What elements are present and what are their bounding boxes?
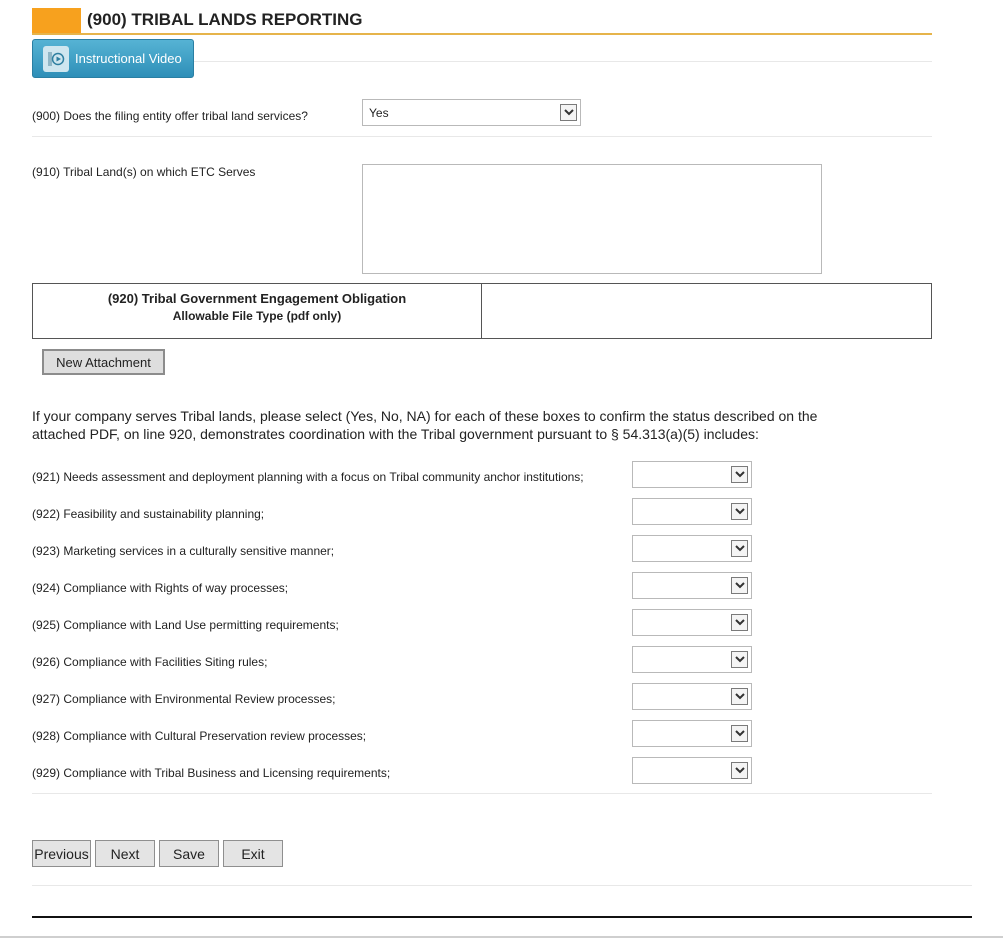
q900-label: (900) Does the filing entity offer triba… <box>32 109 308 123</box>
chevron-down-icon <box>731 577 748 594</box>
divider <box>32 136 932 137</box>
item-926-select[interactable] <box>632 646 752 673</box>
page-title: (900) TRIBAL LANDS REPORTING <box>87 10 363 29</box>
item-925-select[interactable] <box>632 609 752 636</box>
q920-attachment-table: (920) Tribal Government Engagement Oblig… <box>32 283 932 339</box>
item-928-select[interactable] <box>632 720 752 747</box>
table-divider <box>481 284 482 338</box>
chevron-down-icon <box>731 466 748 483</box>
item-924-label: (924) Compliance with Rights of way proc… <box>32 581 289 595</box>
instructions-text: If your company serves Tribal lands, ple… <box>32 408 818 442</box>
item-925-label: (925) Compliance with Land Use permittin… <box>32 618 339 632</box>
q900-select[interactable]: Yes <box>362 99 581 126</box>
previous-button[interactable]: Previous <box>32 840 91 867</box>
chevron-down-icon <box>731 762 748 779</box>
q910-textarea[interactable] <box>362 164 822 274</box>
divider <box>32 885 972 886</box>
item-927-select[interactable] <box>632 683 752 710</box>
instructional-video-label: Instructional Video <box>75 51 182 66</box>
q920-title: (920) Tribal Government Engagement Oblig… <box>107 291 407 306</box>
footer-rule <box>32 916 972 918</box>
item-922-select[interactable] <box>632 498 752 525</box>
divider <box>194 61 932 62</box>
video-icon <box>43 45 69 72</box>
item-929-select[interactable] <box>632 757 752 784</box>
item-923-label: (923) Marketing services in a culturally… <box>32 544 335 558</box>
item-924-select[interactable] <box>632 572 752 599</box>
q910-label: (910) Tribal Land(s) on which ETC Serves <box>32 165 256 179</box>
header-underline <box>32 33 932 35</box>
chevron-down-icon <box>731 614 748 631</box>
chevron-down-icon <box>731 503 748 520</box>
chevron-down-icon <box>731 688 748 705</box>
item-922-label: (922) Feasibility and sustainability pla… <box>32 507 265 521</box>
item-927-label: (927) Compliance with Environmental Revi… <box>32 692 336 706</box>
exit-button[interactable]: Exit <box>223 840 283 867</box>
chevron-down-icon <box>731 651 748 668</box>
chevron-down-icon <box>731 540 748 557</box>
chevron-down-icon <box>560 104 577 121</box>
q920-file-type: Allowable File Type (pdf only) <box>172 309 342 323</box>
next-button[interactable]: Next <box>95 840 155 867</box>
header-accent-block <box>32 8 81 33</box>
item-929-label: (929) Compliance with Tribal Business an… <box>32 766 391 780</box>
item-921-label: (921) Needs assessment and deployment pl… <box>32 470 584 484</box>
item-928-label: (928) Compliance with Cultural Preservat… <box>32 729 367 743</box>
new-attachment-button[interactable]: New Attachment <box>42 349 165 375</box>
item-921-select[interactable] <box>632 461 752 488</box>
save-button[interactable]: Save <box>159 840 219 867</box>
divider <box>32 793 932 794</box>
q900-select-value: Yes <box>369 105 389 120</box>
item-926-label: (926) Compliance with Facilities Siting … <box>32 655 268 669</box>
chevron-down-icon <box>731 725 748 742</box>
instructional-video-button[interactable]: Instructional Video <box>32 39 194 78</box>
item-923-select[interactable] <box>632 535 752 562</box>
